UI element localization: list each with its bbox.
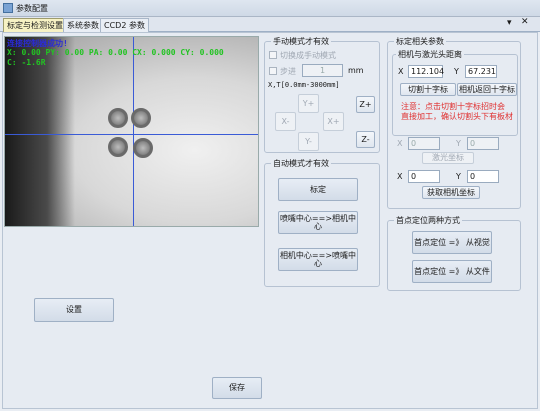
jog-y-minus-button[interactable]: Y- — [298, 132, 319, 151]
step-label: 步进 — [280, 67, 296, 76]
manual-mode-label: 切换成手动模式 — [280, 51, 336, 60]
close-icon[interactable]: ✕ — [521, 17, 529, 27]
title-bar: 参数配置 — [0, 0, 540, 17]
save-button[interactable]: 保存 — [212, 377, 262, 399]
jog-y-plus-button[interactable]: Y+ — [298, 94, 319, 113]
settings-button[interactable]: 设置 — [34, 298, 114, 322]
app-icon — [3, 3, 13, 13]
first-point-from-vision-button[interactable]: 首点定位 =》 从视觉 — [412, 231, 492, 254]
first-point-group: 首点定位两种方式 首点定位 =》 从视觉 首点定位 =》 从文件 — [387, 215, 521, 291]
auto-mode-group: 自动模式才有效 标定 喷嘴中心==>相机中心 相机中心==>喷嘴中心 — [264, 158, 380, 287]
crosshair-horizontal — [5, 134, 258, 135]
camera-return-cross-button[interactable]: 相机返回十字标 — [457, 83, 517, 96]
camera-y-input[interactable]: 0 — [467, 170, 499, 183]
angle-readout: C: -1.6R — [7, 58, 46, 67]
warning-line-2: 直接加工，确认切割头下有板材 — [401, 112, 513, 121]
step-checkbox[interactable] — [269, 67, 277, 75]
manual-mode-checkbox[interactable] — [269, 51, 277, 59]
camera-x-label: X — [397, 172, 403, 181]
fiducial-mark — [108, 137, 128, 157]
tab-system-params[interactable]: 系统参数 — [63, 18, 103, 32]
offset-x-input[interactable]: 112.104 — [408, 65, 444, 78]
first-point-from-file-button[interactable]: 首点定位 =》 从文件 — [412, 260, 492, 283]
offset-y-input[interactable]: 67.231 — [465, 65, 497, 78]
laser-x-input[interactable]: 0 — [408, 137, 440, 150]
fiducial-mark — [133, 138, 153, 158]
get-camera-coord-button[interactable]: 获取相机坐标 — [422, 186, 480, 199]
calibration-group-title: 标定相关参数 — [394, 36, 446, 47]
jog-z-plus-button[interactable]: Z+ — [356, 96, 375, 113]
tab-ccd2-params[interactable]: CCD2 参数 — [100, 18, 149, 32]
camera-to-nozzle-button[interactable]: 相机中心==>喷嘴中心 — [278, 248, 358, 271]
fiducial-mark — [131, 108, 151, 128]
camera-laser-distance-group: 相机与激光头距离 X 112.104 Y 67.231 切割十字标 相机返回十字… — [392, 49, 518, 136]
offset-x-label: X — [398, 67, 404, 76]
crosshair-vertical — [133, 37, 134, 226]
laser-y-input[interactable]: 0 — [467, 137, 499, 150]
camera-y-label: Y — [456, 172, 461, 181]
cut-cross-button[interactable]: 切割十字标 — [400, 83, 456, 96]
first-point-group-title: 首点定位两种方式 — [394, 215, 462, 226]
camera-view[interactable]: 连接控制器成功! X: 0.00 PY: 0.00 PA: 0.00 CX: 0… — [4, 36, 259, 227]
step-unit: mm — [348, 66, 364, 75]
range-label: X,T[0.0mm-3000mm] — [268, 81, 340, 89]
jog-x-minus-button[interactable]: X- — [275, 112, 296, 131]
camera-x-input[interactable]: 0 — [408, 170, 440, 183]
calibration-group: 标定相关参数 相机与激光头距离 X 112.104 Y 67.231 切割十字标… — [387, 36, 521, 209]
panel-menu-icon[interactable]: ▾ — [507, 18, 512, 28]
laser-coord-button[interactable]: 激光坐标 — [422, 152, 474, 164]
step-input[interactable]: 1 — [302, 64, 343, 77]
manual-group-title: 手动模式才有效 — [271, 36, 331, 47]
laser-y-label: Y — [456, 139, 461, 148]
calibrate-button[interactable]: 标定 — [278, 178, 358, 201]
position-readout: X: 0.00 PY: 0.00 PA: 0.00 CX: 0.000 CY: … — [7, 48, 224, 57]
distance-group-title: 相机与激光头距离 — [396, 49, 464, 60]
jog-z-minus-button[interactable]: Z- — [356, 131, 375, 148]
tab-strip: 标定与检测设置 系统参数 CCD2 参数 ▾ ✕ — [0, 17, 540, 32]
manual-mode-group: 手动模式才有效 切换成手动模式 步进 1 mm X,T[0.0mm-3000mm… — [264, 36, 380, 153]
tab-calibration[interactable]: 标定与检测设置 — [3, 18, 67, 32]
fiducial-mark — [108, 108, 128, 128]
nozzle-to-camera-button[interactable]: 喷嘴中心==>相机中心 — [278, 211, 358, 234]
offset-y-label: Y — [454, 67, 459, 76]
laser-x-label: X — [397, 139, 403, 148]
window-title: 参数配置 — [16, 4, 48, 13]
auto-group-title: 自动模式才有效 — [271, 158, 331, 169]
jog-x-plus-button[interactable]: X+ — [323, 112, 344, 131]
